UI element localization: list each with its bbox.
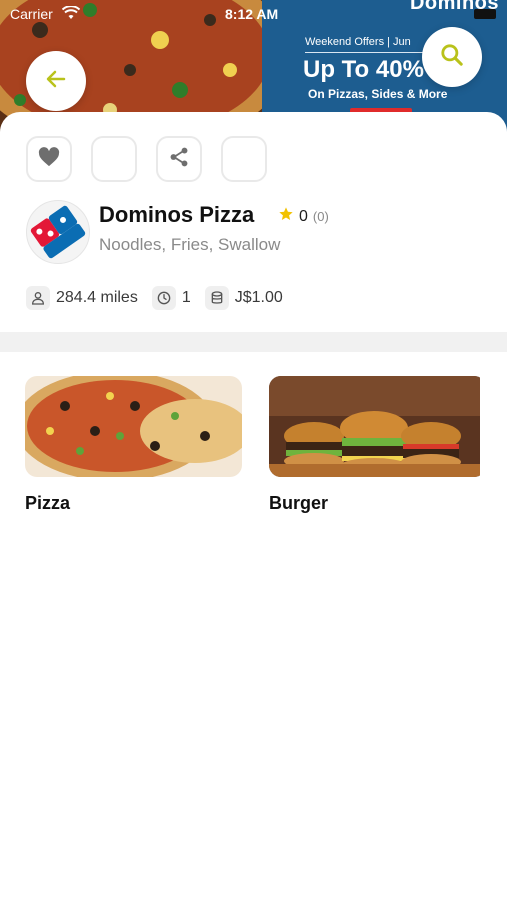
time-value: 1 xyxy=(181,289,191,306)
timer-icon xyxy=(151,286,176,310)
section-divider xyxy=(0,332,507,352)
price-info: J$1.00 xyxy=(204,286,283,310)
distance-value: 284.4 miles xyxy=(56,289,138,306)
store-meta: 284.4 miles 1 J$1.00 xyxy=(26,286,283,310)
wifi-icon xyxy=(61,5,81,23)
banner-subline: On Pizzas, Sides & More xyxy=(308,87,448,101)
favorite-button[interactable] xyxy=(26,136,72,182)
heart-icon xyxy=(38,146,60,172)
banner-offer-line: Weekend Offers | Jun xyxy=(305,36,411,48)
empty-action-button[interactable] xyxy=(91,136,137,182)
battery-icon xyxy=(474,9,496,19)
store-cuisine: Noodles, Fries, Swallow xyxy=(99,235,281,254)
status-bar: Carrier 8:12 AM xyxy=(0,0,507,26)
category-card-pizza[interactable]: Pizza xyxy=(25,376,242,514)
search-button[interactable] xyxy=(422,27,482,87)
price-value: J$1.00 xyxy=(234,289,283,306)
burger-image xyxy=(269,376,486,477)
rating-count: (0) xyxy=(312,209,329,224)
category-label: Pizza xyxy=(25,493,71,513)
category-card-burger[interactable]: Burger xyxy=(269,376,486,514)
action-row xyxy=(26,136,267,182)
store-logo xyxy=(26,200,90,264)
arrow-left-icon xyxy=(44,67,68,96)
time-info: 1 xyxy=(151,286,191,310)
banner-headline: Up To 40% xyxy=(303,56,424,83)
store-header: Dominos Pizza 0 (0) Noodles, Fries, Swal… xyxy=(26,200,486,266)
coins-icon xyxy=(204,286,229,310)
store-details-sheet: Dominos Pizza 0 (0) Noodles, Fries, Swal… xyxy=(0,112,507,900)
store-rating: 0 (0) xyxy=(278,206,329,227)
status-time: 8:12 AM xyxy=(225,6,279,22)
rating-value: 0 xyxy=(299,207,308,225)
category-label: Burger xyxy=(269,493,329,513)
store-name: Dominos Pizza xyxy=(99,202,255,227)
distance-info: 284.4 miles xyxy=(26,286,138,310)
carrier-label: Carrier xyxy=(10,6,53,22)
pizza-image xyxy=(25,376,242,477)
share-icon xyxy=(168,146,190,173)
star-icon xyxy=(278,206,294,227)
empty-action-button-2[interactable] xyxy=(221,136,267,182)
share-button[interactable] xyxy=(156,136,202,182)
back-button[interactable] xyxy=(26,51,86,111)
person-icon xyxy=(26,286,50,310)
search-icon xyxy=(439,42,465,73)
